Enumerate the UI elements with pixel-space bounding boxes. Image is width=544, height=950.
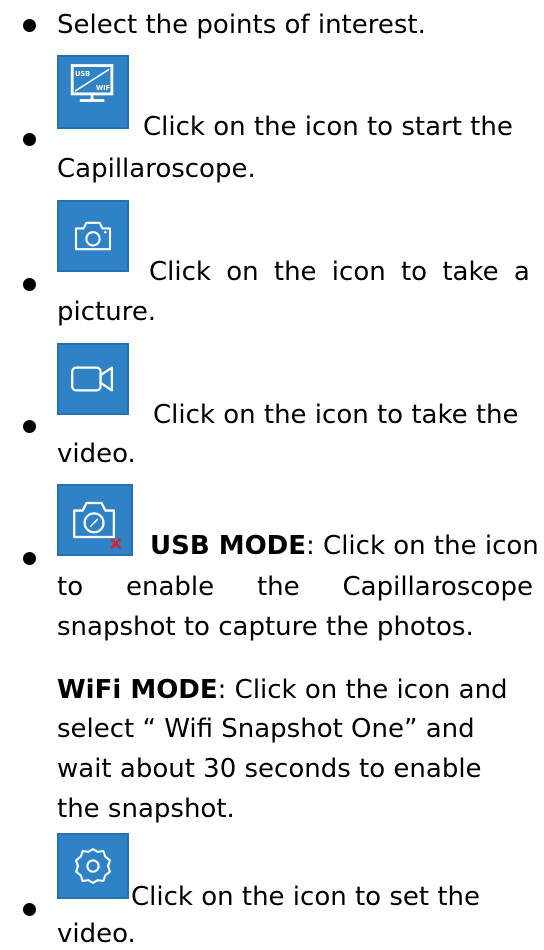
instruction-text: select “ Wifi Snapshot One” and — [57, 714, 475, 744]
instruction-text: Click on the icon to take the — [153, 400, 519, 430]
instruction-text: Click on the icon to take a — [149, 257, 530, 287]
instruction-page: Select the points of interest. USB WIFI … — [0, 0, 544, 949]
instruction-text: Click on the icon to start the — [143, 112, 513, 142]
instruction-text: video. — [57, 919, 136, 949]
instruction-text: video. — [57, 439, 136, 469]
instruction-text: wait about 30 seconds to enable — [57, 754, 482, 784]
bullet — [23, 420, 36, 433]
bullet — [23, 903, 36, 916]
usb-mini-label: USB — [75, 70, 90, 78]
wifi-mode-text: : Click on the icon and — [217, 675, 508, 705]
instruction-text: the snapshot. — [57, 794, 235, 824]
usb-mode-line: USB MODE: Click on the icon — [150, 530, 539, 562]
word: Capillaroscope — [342, 572, 533, 602]
instruction-text: snapshot to capture the photos. — [57, 612, 474, 642]
usb-mode-text: : Click on the icon — [306, 531, 539, 561]
bullet — [23, 19, 36, 32]
usb-mode-line-2: to enable the Capillaroscope — [57, 571, 533, 603]
wifi-mode-line: WiFi MODE: Click on the icon and — [57, 674, 508, 706]
wifi-mode-label: WiFi MODE — [57, 675, 218, 705]
instruction-text: Click on the icon to set the — [131, 882, 481, 912]
instruction-text: picture. — [57, 297, 157, 327]
word: to — [57, 572, 84, 602]
word: enable — [125, 572, 215, 602]
snapshot-camera-icon — [57, 484, 133, 556]
word: the — [256, 572, 300, 602]
camera-icon — [57, 200, 129, 272]
settings-gear-icon — [57, 833, 129, 899]
bullet — [23, 552, 36, 565]
video-camera-icon — [57, 343, 129, 415]
bullet — [23, 278, 36, 291]
usb-wifi-monitor-icon: USB WIFI — [57, 55, 129, 129]
bullet — [23, 133, 36, 146]
usb-mode-label: USB MODE — [150, 531, 307, 561]
wifi-mini-label: WIFI — [96, 84, 113, 92]
instruction-text: Capillaroscope. — [57, 154, 256, 184]
instruction-text: Select the points of interest. — [57, 10, 426, 40]
